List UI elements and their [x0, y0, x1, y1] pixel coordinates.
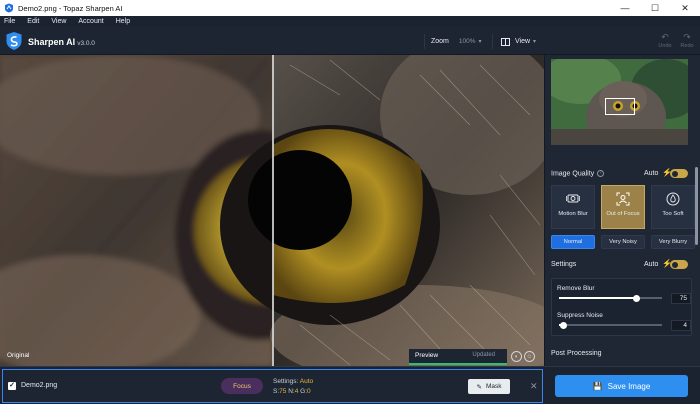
menu-file[interactable]: File	[4, 18, 15, 25]
bottom-bar: ✓ Demo2.png Focus Settings: Auto S:75 N:…	[0, 366, 700, 404]
droplet-icon	[652, 192, 694, 208]
save-image-button[interactable]: 💾 Save Image	[555, 375, 688, 397]
view-dropdown[interactable]: View ▾	[492, 34, 546, 49]
undo-label: Undo	[658, 43, 672, 49]
focus-person-icon	[602, 192, 644, 208]
toggle-knob	[672, 170, 678, 177]
camera-shake-icon	[552, 192, 594, 208]
g-label: G:	[300, 388, 308, 395]
suppress-noise-label: Suppress Noise	[557, 312, 603, 319]
view-label: View	[515, 38, 531, 45]
mode-too-soft[interactable]: Too Soft	[651, 185, 695, 229]
menu-edit[interactable]: Edit	[27, 18, 39, 25]
n-value: 4	[294, 388, 299, 395]
compare-icon[interactable]: ◐	[511, 351, 522, 362]
level-very-blurry[interactable]: Very Blurry	[651, 235, 695, 249]
image-quality-auto-toggle[interactable]	[670, 169, 688, 178]
image-quality-title: Image Quality?	[551, 170, 605, 178]
app-header: Sharpen AI v3.0.0 Zoom 100% ▾ View ▾ ↶ Un…	[0, 27, 700, 55]
settings-sliders: Remove Blur 75 Suppress Noise 4	[551, 278, 692, 336]
remove-blur-value[interactable]: 75	[671, 293, 691, 304]
chevron-down-icon: ▾	[478, 39, 482, 45]
slider-handle[interactable]	[559, 321, 567, 329]
settings-sidebar: Image Quality? Auto ⚡ Motion Blur Out of…	[544, 55, 700, 366]
suppress-noise-slider[interactable]	[559, 321, 662, 329]
preview-status-text: Updated	[472, 352, 495, 358]
file-checkbox[interactable]: ✓	[8, 382, 16, 390]
sharpen-logo-icon	[6, 32, 22, 50]
file-name: Demo2.png	[21, 382, 58, 389]
close-window-button[interactable]: ✕	[670, 0, 700, 16]
mask-overlay-icon[interactable]: ☺	[524, 351, 535, 362]
zoom-label: Zoom	[431, 38, 449, 45]
remove-file-icon[interactable]: ✕	[530, 381, 538, 392]
remove-blur-slider[interactable]	[559, 294, 662, 302]
window-title: Demo2.png - Topaz Sharpen AI	[18, 3, 123, 13]
menu-bar: File Edit View Account Help	[0, 16, 700, 27]
save-label: Save Image	[607, 381, 651, 391]
settings-auto-toggle[interactable]	[670, 260, 688, 269]
mask-button[interactable]: ✎ Mask	[468, 379, 510, 394]
sidebar-scrollbar[interactable]	[695, 167, 698, 245]
g-value: 0	[307, 388, 311, 395]
zoom-dropdown[interactable]: Zoom 100% ▾	[424, 34, 488, 49]
save-icon: 💾	[592, 381, 603, 391]
toggle-knob	[672, 261, 678, 268]
undo-button[interactable]: ↶ Undo	[654, 32, 676, 52]
undo-icon: ↶	[661, 32, 669, 42]
menu-help[interactable]: Help	[116, 18, 130, 25]
settings-summary-label: Settings:	[273, 378, 299, 385]
settings-auto-label: Auto	[644, 261, 659, 268]
settings-title: Settings	[551, 261, 577, 268]
original-label: Original	[7, 352, 30, 359]
mode-motion-blur[interactable]: Motion Blur	[551, 185, 595, 229]
image-quality-auto-label: Auto	[644, 170, 659, 177]
s-value: 75	[279, 388, 287, 395]
mode-label: Too Soft	[662, 211, 684, 217]
post-processing-title[interactable]: Post Processing	[551, 350, 602, 357]
mode-out-of-focus[interactable]: Out of Focus	[601, 185, 645, 229]
split-view-icon	[501, 37, 510, 46]
navigator-thumbnail[interactable]	[551, 59, 688, 145]
image-preview-area[interactable]: Original	[0, 55, 544, 366]
chevron-down-icon: ▾	[533, 39, 537, 45]
mode-pill: Focus	[221, 378, 263, 394]
level-normal[interactable]: Normal	[551, 235, 595, 249]
preview-status: Preview Updated	[409, 349, 507, 365]
menu-account[interactable]: Account	[78, 18, 103, 25]
minimize-button[interactable]: —	[610, 0, 640, 16]
redo-label: Redo	[680, 43, 694, 49]
mode-label: Out of Focus	[606, 211, 640, 217]
menu-view[interactable]: View	[51, 18, 66, 25]
app-version: v3.0.0	[77, 40, 95, 47]
slider-fill	[559, 297, 637, 299]
maximize-button[interactable]: ☐	[640, 0, 670, 16]
suppress-noise-value[interactable]: 4	[671, 320, 691, 331]
navigator-viewport-box[interactable]	[605, 98, 635, 115]
title-bar: Demo2.png - Topaz Sharpen AI — ☐ ✕	[0, 0, 700, 16]
remove-blur-label: Remove Blur	[557, 285, 595, 292]
help-icon[interactable]: ?	[597, 170, 605, 177]
mode-label: Motion Blur	[558, 211, 588, 217]
settings-values: S:75 N:4 G:0	[273, 388, 311, 395]
app-name: Sharpen AI v3.0.0	[28, 37, 95, 47]
zoom-value: 100%	[458, 38, 476, 45]
image-quality-label: Image Quality	[551, 170, 595, 178]
brush-icon: ✎	[476, 383, 482, 391]
app-name-text: Sharpen AI	[28, 37, 76, 47]
slider-handle[interactable]	[632, 294, 640, 302]
preview-progress-bar	[409, 363, 507, 365]
redo-button[interactable]: ↷ Redo	[676, 32, 698, 52]
mask-label: Mask	[485, 383, 502, 390]
preview-label: Preview	[415, 352, 439, 359]
settings-summary-mode: Auto	[299, 378, 314, 385]
comparison-split-handle[interactable]	[272, 55, 274, 366]
settings-summary: Settings: Auto	[273, 378, 313, 385]
app-icon	[5, 3, 13, 13]
level-very-noisy[interactable]: Very Noisy	[601, 235, 645, 249]
redo-icon: ↷	[683, 32, 691, 42]
file-list-row[interactable]: ✓ Demo2.png Focus Settings: Auto S:75 N:…	[2, 369, 543, 403]
